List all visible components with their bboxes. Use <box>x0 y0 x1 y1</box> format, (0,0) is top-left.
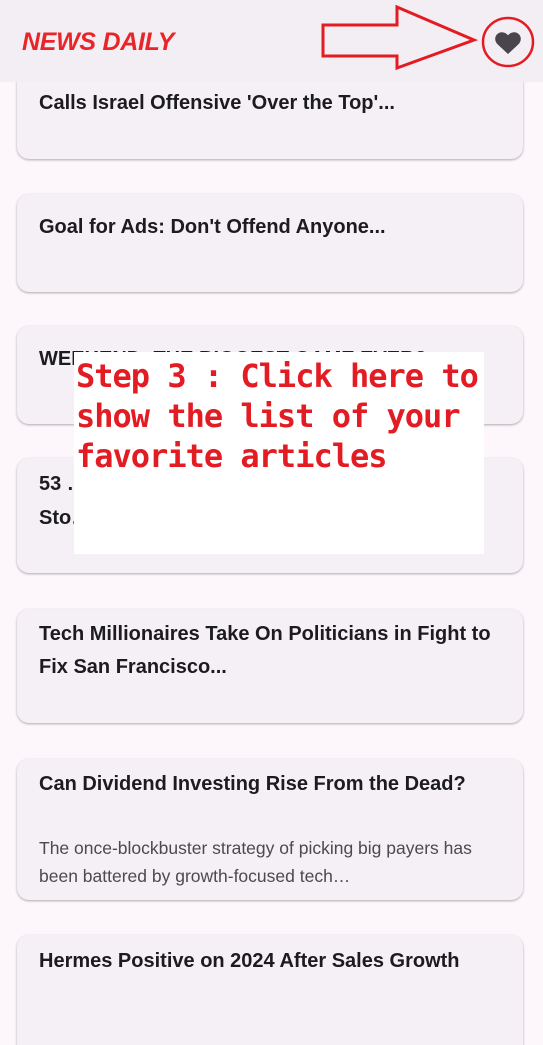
app-title: NEWS DAILY <box>22 28 175 56</box>
article-card[interactable]: Goal for Ads: Don't Offend Anyone... <box>17 194 523 292</box>
step-annotation-text: Step 3 : Click here to show the list of … <box>76 357 479 475</box>
article-card[interactable]: Tech Millionaires Take On Politicians in… <box>17 609 523 723</box>
heart-icon <box>495 32 521 54</box>
favorites-button[interactable] <box>481 16 535 68</box>
article-description: The once-blockbuster strategy of picking… <box>39 838 472 886</box>
article-title: Calls Israel Offensive 'Over the Top'... <box>39 92 395 114</box>
article-title: Hermes Positive on 2024 After Sales Grow… <box>39 950 460 972</box>
step-annotation-box: Step 3 : Click here to show the list of … <box>74 352 484 554</box>
app-screen: Calls Israel Offensive 'Over the Top'...… <box>0 0 543 1045</box>
annotation-arrow-icon <box>321 4 479 71</box>
article-title: Goal for Ads: Don't Offend Anyone... <box>39 216 386 238</box>
article-title: Tech Millionaires Take On Politicians in… <box>39 623 491 678</box>
article-title: Can Dividend Investing Rise From the Dea… <box>39 773 466 795</box>
article-card[interactable]: Hermes Positive on 2024 After Sales Grow… <box>17 935 523 1045</box>
article-card[interactable]: Can Dividend Investing Rise From the Dea… <box>17 759 523 900</box>
